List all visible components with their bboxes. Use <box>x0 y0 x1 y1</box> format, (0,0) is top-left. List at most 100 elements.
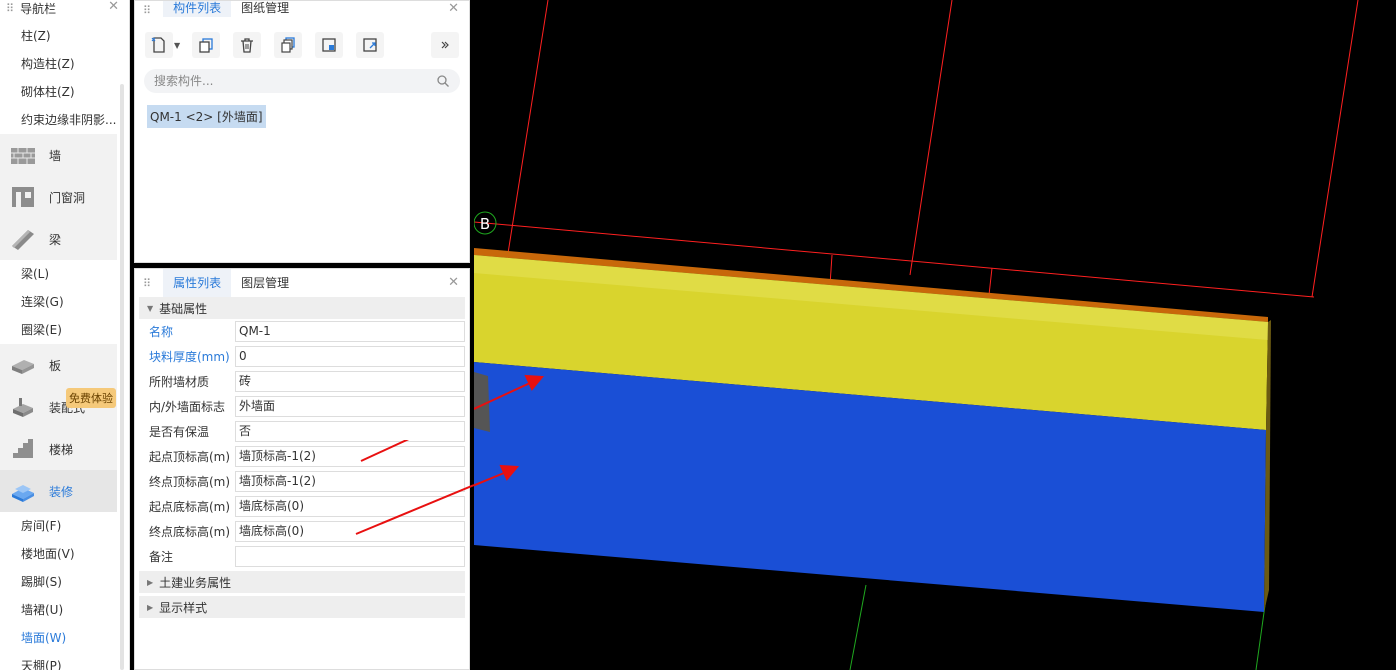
axis-label-b: B <box>480 215 490 233</box>
property-value[interactable]: 外墙面 <box>235 396 465 417</box>
arrow-tail <box>355 484 474 535</box>
nav-item-room[interactable]: 房间(F) <box>0 512 129 540</box>
new-component-button[interactable] <box>145 32 173 58</box>
nav-item-floor[interactable]: 楼地面(V) <box>0 540 129 568</box>
nav-category-label: 墙 <box>49 148 62 163</box>
group-label: 土建业务属性 <box>159 575 232 590</box>
tab-property-list[interactable]: 属性列表 <box>163 269 232 297</box>
delete-component-button[interactable] <box>233 32 262 58</box>
nav-category-opening[interactable]: 门窗洞 <box>0 176 117 218</box>
finish-icon <box>12 485 34 502</box>
drawing-viewport[interactable]: B <box>355 0 1396 670</box>
property-label: 名称 <box>149 325 174 339</box>
property-row: 名称 QM-1 <box>139 319 465 344</box>
property-row: 内/外墙面标志 外墙面 <box>139 394 465 419</box>
grid-line <box>1311 0 1359 298</box>
copy-component-button[interactable] <box>192 32 221 58</box>
nav-item-link-beam[interactable]: 连梁(G) <box>0 288 129 316</box>
nav-category-stairs[interactable]: 楼梯 <box>0 428 117 470</box>
property-value[interactable]: 0 <box>235 346 465 367</box>
nav-category-prefab[interactable]: 装配式 免费体验 <box>0 386 117 428</box>
close-icon[interactable]: ✕ <box>108 0 119 14</box>
import-icon <box>322 38 336 52</box>
group-display-style[interactable]: ▶ 显示样式 <box>139 596 465 618</box>
nav-category-label: 楼梯 <box>49 442 74 457</box>
property-value[interactable]: 砖 <box>235 371 465 392</box>
property-value[interactable]: 否 <box>235 421 465 442</box>
tab-layer-management[interactable]: 图层管理 <box>231 269 299 297</box>
nav-item-ceiling[interactable]: 天棚(P) <box>0 652 129 670</box>
nav-item-wall-surface[interactable]: 墙面(W) <box>0 624 129 652</box>
tab-component-list[interactable]: 构件列表 <box>163 1 232 17</box>
nav-category-slab[interactable]: 板 <box>0 344 117 386</box>
export-icon <box>363 38 377 52</box>
tab-drawing-management[interactable]: 图纸管理 <box>231 1 299 17</box>
close-icon[interactable]: ✕ <box>448 275 459 290</box>
arrow-tail <box>360 440 410 462</box>
component-search-box <box>144 69 460 93</box>
grid-line <box>988 267 993 296</box>
group-basic-properties[interactable]: ▼ 基础属性 <box>139 297 465 319</box>
app-root: ⠿ 导航栏 ✕ 柱(Z) 构造柱(Z) 砌体柱(Z) 约束边缘非阴影... 墙 … <box>0 0 1396 670</box>
property-label: 块料厚度(mm) <box>149 350 230 364</box>
nav-item-dado[interactable]: 墙裙(U) <box>0 596 129 624</box>
group-label: 基础属性 <box>159 301 208 316</box>
nav-item-column[interactable]: 柱(Z) <box>0 22 129 50</box>
nav-item-ring-beam[interactable]: 圈梁(E) <box>0 316 129 344</box>
more-tools-button[interactable] <box>431 32 459 58</box>
slab-icon <box>12 360 34 374</box>
property-row: 备注 <box>139 544 465 569</box>
arrow-tails-overlay <box>355 440 474 535</box>
drag-handle-icon[interactable]: ⠿ <box>143 277 151 290</box>
nav-title: 导航栏 <box>20 1 57 16</box>
copy-to-floor-button[interactable] <box>274 32 303 58</box>
nav-category-beam[interactable]: 梁 <box>0 218 117 260</box>
property-label: 终点底标高(m) <box>149 525 231 539</box>
property-row: 块料厚度(mm) 0 <box>139 344 465 369</box>
property-value[interactable]: QM-1 <box>235 321 465 342</box>
property-tabs: ⠿ 属性列表 图层管理 ✕ <box>135 269 469 297</box>
nav-category-label: 门窗洞 <box>49 190 86 205</box>
property-label: 终点顶标高(m) <box>149 475 231 489</box>
component-list-panel: ⠿ 构件列表 图纸管理 ✕ ▼ 搜索构件... QM-1 <2> [外墙面] <box>134 0 470 263</box>
wall-icon <box>11 148 35 164</box>
nav-item-edge-member[interactable]: 约束边缘非阴影... <box>0 106 129 134</box>
property-row: 所附墙材质 砖 <box>139 369 465 394</box>
nav-item-skirting[interactable]: 踢脚(S) <box>0 568 129 596</box>
grid-line <box>909 0 953 276</box>
nav-category-label: 板 <box>49 358 62 373</box>
group-label: 显示样式 <box>159 600 208 615</box>
drag-handle-icon[interactable]: ⠿ <box>6 2 14 15</box>
property-label: 起点顶标高(m) <box>149 450 231 464</box>
door-window-icon <box>12 187 34 207</box>
free-trial-badge[interactable]: 免费体验 <box>66 388 116 408</box>
nav-category-finish[interactable]: 装修 <box>0 470 117 512</box>
stairs-icon <box>13 439 33 458</box>
component-toolbar: ▼ <box>135 27 469 63</box>
export-component-button[interactable] <box>356 32 385 58</box>
nav-header: ⠿ 导航栏 ✕ <box>0 0 129 16</box>
nav-category-label: 装修 <box>49 484 74 499</box>
property-label: 是否有保温 <box>149 425 210 439</box>
new-icon <box>151 37 165 53</box>
nav-category-wall[interactable]: 墙 <box>0 134 117 176</box>
nav-scrollbar[interactable] <box>120 84 124 670</box>
caret-right-icon: ▶ <box>147 577 154 587</box>
layers-copy-icon <box>281 37 295 53</box>
component-search-input[interactable] <box>154 74 414 88</box>
close-icon[interactable]: ✕ <box>448 1 459 16</box>
beam-icon <box>12 230 34 250</box>
property-value[interactable] <box>235 546 465 567</box>
nav-item-masonry-column[interactable]: 砌体柱(Z) <box>0 78 129 106</box>
viewport-canvas[interactable]: B <box>355 0 1396 670</box>
drag-handle-icon[interactable]: ⠿ <box>143 4 151 17</box>
nav-panel: ⠿ 导航栏 ✕ 柱(Z) 构造柱(Z) 砌体柱(Z) 约束边缘非阴影... 墙 … <box>0 0 130 670</box>
import-component-button[interactable] <box>315 32 344 58</box>
chevron-down-icon[interactable]: ▼ <box>174 41 180 50</box>
search-icon[interactable] <box>436 74 450 88</box>
component-list-item[interactable]: QM-1 <2> [外墙面] <box>147 105 266 128</box>
nav-item-beam[interactable]: 梁(L) <box>0 260 129 288</box>
trash-icon <box>241 38 254 53</box>
nav-item-construct-column[interactable]: 构造柱(Z) <box>0 50 129 78</box>
group-civil-properties[interactable]: ▶ 土建业务属性 <box>139 571 465 593</box>
